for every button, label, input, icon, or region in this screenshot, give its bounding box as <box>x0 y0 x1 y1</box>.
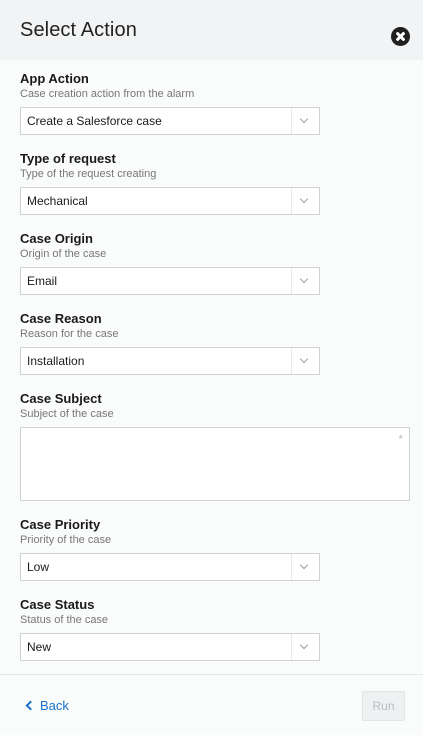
field-description: Type of the request creating <box>20 168 157 180</box>
field-label: App Action <box>20 71 89 86</box>
field-case-priority: Case Priority Priority of the case Low <box>20 517 320 581</box>
case-subject-textarea[interactable]: * <box>20 427 410 501</box>
back-label: Back <box>40 698 69 713</box>
chevron-down-icon[interactable] <box>291 554 319 580</box>
field-description: Subject of the case <box>20 408 114 420</box>
field-case-status: Case Status Status of the case New <box>20 597 320 661</box>
select-value: Email <box>27 274 58 288</box>
field-description: Status of the case <box>20 614 109 626</box>
field-case-reason: Case Reason Reason for the case Installa… <box>20 311 320 375</box>
chevron-down-icon[interactable] <box>291 634 319 660</box>
modal-footer: Back Run <box>0 674 423 735</box>
field-label: Case Origin <box>20 231 93 246</box>
modal-title: Select Action <box>20 19 137 41</box>
app-action-select[interactable]: Create a Salesforce case <box>20 107 320 135</box>
field-description: Reason for the case <box>20 328 119 340</box>
field-description: Priority of the case <box>20 534 112 546</box>
field-description: Origin of the case <box>20 248 107 260</box>
type-of-request-select[interactable]: Mechanical <box>20 187 320 215</box>
case-status-select[interactable]: New <box>20 633 320 661</box>
field-label: Case Priority <box>20 517 101 532</box>
case-reason-select[interactable]: Installation <box>20 347 320 375</box>
case-priority-select[interactable]: Low <box>20 553 320 581</box>
chevron-left-icon <box>25 700 36 711</box>
chevron-down-icon[interactable] <box>291 348 319 374</box>
field-type-of-request: Type of request Type of the request crea… <box>20 151 320 215</box>
case-origin-select[interactable]: Email <box>20 267 320 295</box>
field-description: Case creation action from the alarm <box>20 88 195 100</box>
required-marker: * <box>398 432 403 446</box>
field-label: Case Reason <box>20 311 102 326</box>
select-value: Mechanical <box>27 194 88 208</box>
select-value: Low <box>27 560 50 574</box>
field-app-action: App Action Case creation action from the… <box>20 71 320 135</box>
field-label: Type of request <box>20 151 116 166</box>
close-icon[interactable] <box>391 27 410 46</box>
field-label: Case Status <box>20 597 95 612</box>
select-value: Installation <box>27 354 85 368</box>
chevron-down-icon[interactable] <box>291 188 319 214</box>
run-button[interactable]: Run <box>362 691 405 721</box>
field-case-subject: Case Subject Subject of the case * <box>20 391 410 501</box>
form-body: App Action Case creation action from the… <box>0 60 423 674</box>
chevron-down-icon[interactable] <box>291 108 319 134</box>
field-label: Case Subject <box>20 391 102 406</box>
chevron-down-icon[interactable] <box>291 268 319 294</box>
select-value: Create a Salesforce case <box>27 114 162 128</box>
modal-header: Select Action <box>0 0 423 60</box>
select-value: New <box>27 640 52 654</box>
field-case-origin: Case Origin Origin of the case Email <box>20 231 320 295</box>
